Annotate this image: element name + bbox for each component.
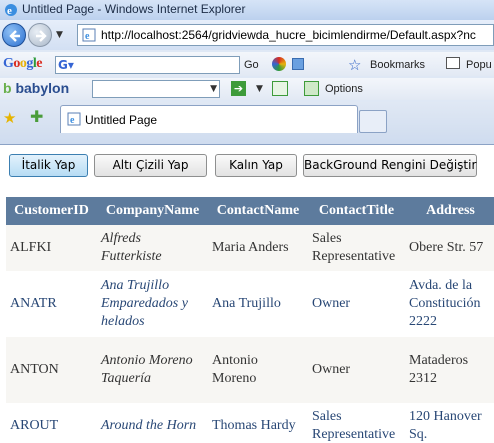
google-g-icon: G▾	[58, 58, 74, 72]
cell-contactname: Thomas Hardy	[208, 403, 308, 443]
popup-blocker-button[interactable]: Popu	[466, 59, 492, 71]
recent-pages-dropdown-icon[interactable]: ▼	[56, 30, 63, 40]
header-customerid: CustomerID	[6, 197, 97, 225]
page-icon: e	[82, 28, 96, 42]
babylon-dropdown-icon[interactable]: ▼	[256, 84, 263, 94]
customers-gridview: CustomerID CompanyName ContactName Conta…	[6, 197, 494, 443]
cell-address: 120 Hanover Sq.	[405, 403, 494, 443]
babylon-go-button[interactable]: ➔	[231, 81, 246, 96]
cell-customerid: ANATR	[6, 271, 97, 337]
add-favorite-icon[interactable]: ✚	[30, 107, 43, 126]
underline-button[interactable]: Altı Çizili Yap	[94, 154, 207, 177]
cell-customerid: ALFKI	[6, 225, 97, 271]
cell-address: Obere Str. 57	[405, 225, 494, 271]
window-title: Untitled Page - Windows Internet Explore…	[22, 2, 246, 16]
grid-header-row: CustomerID CompanyName ContactName Conta…	[6, 197, 494, 225]
header-contactname: ContactName	[208, 197, 308, 225]
cell-companyname: Antonio Moreno Taquería	[97, 337, 208, 403]
cell-companyname: Around the Horn	[97, 403, 208, 443]
back-button[interactable]	[2, 23, 26, 47]
ie-logo-icon: e	[5, 4, 17, 17]
forward-button[interactable]	[28, 23, 52, 47]
table-row: ANTON Antonio Moreno Taquería Antonio Mo…	[6, 337, 494, 403]
cell-contacttitle: Sales Representative	[308, 403, 405, 443]
page-icon: e	[67, 112, 81, 126]
new-tab-button[interactable]	[359, 110, 387, 133]
favorites-star-icon[interactable]: ★	[3, 109, 16, 127]
header-companyname: CompanyName	[97, 197, 208, 225]
tab-label: Untitled Page	[85, 113, 158, 127]
address-bar[interactable]: e http://localhost:2564/gridviewda_hucre…	[77, 24, 494, 46]
babylon-options-button[interactable]: Options	[325, 83, 363, 95]
cell-address: Mataderos 2312	[405, 337, 494, 403]
google-logo: Google	[3, 56, 42, 71]
popup-blocker-icon[interactable]	[446, 57, 460, 69]
header-address: Address	[405, 197, 494, 225]
babylon-search-input[interactable]: ▼	[92, 80, 220, 98]
svg-text:e: e	[7, 5, 12, 17]
forward-arrow-icon	[36, 30, 47, 42]
tab-untitled-page[interactable]: e Untitled Page	[60, 105, 358, 133]
bold-button[interactable]: Kalın Yap	[215, 154, 297, 177]
cell-address: Avda. de la Constitución 2222	[405, 271, 494, 337]
page-content: İtalik Yap Altı Çizili Yap Kalın Yap Bac…	[0, 145, 494, 443]
cell-contacttitle: Sales Representative	[308, 225, 405, 271]
cell-companyname: Alfreds Futterkiste	[97, 225, 208, 271]
cell-companyname: Ana Trujillo Emparedados y helados	[97, 271, 208, 337]
table-row: AROUT Around the Horn Thomas Hardy Sales…	[6, 403, 494, 443]
cell-contacttitle: Owner	[308, 337, 405, 403]
options-gear-icon[interactable]	[304, 81, 319, 96]
address-url: http://localhost:2564/gridviewda_hucre_b…	[101, 28, 476, 42]
babylon-logo: b babylon	[3, 80, 70, 96]
cell-contactname: Ana Trujillo	[208, 271, 308, 337]
table-row: ANATR Ana Trujillo Emparedados y helados…	[6, 271, 494, 337]
google-go-button[interactable]: Go	[244, 59, 259, 71]
svg-text:e: e	[70, 115, 75, 126]
header-contacttitle: ContactTitle	[308, 197, 405, 225]
cell-contactname: Maria Anders	[208, 225, 308, 271]
bookmarks-menu[interactable]: Bookmarks	[370, 59, 425, 71]
babylon-toolbar	[0, 78, 494, 100]
babylon-logo-text: babylon	[15, 80, 70, 96]
cell-customerid: ANTON	[6, 337, 97, 403]
back-arrow-icon	[9, 30, 20, 42]
italic-button[interactable]: İtalik Yap	[9, 154, 88, 177]
table-row: ALFKI Alfreds Futterkiste Maria Anders S…	[6, 225, 494, 271]
chevron-down-icon[interactable]: ▼	[210, 84, 217, 94]
svg-text:e: e	[85, 31, 90, 42]
cell-contacttitle: Owner	[308, 271, 405, 337]
browser-chrome: e Untitled Page - Windows Internet Explo…	[0, 0, 494, 145]
pagerank-icon[interactable]	[272, 57, 286, 71]
title-bar: e Untitled Page - Windows Internet Explo…	[0, 0, 494, 20]
google-options-icon[interactable]	[292, 58, 304, 70]
google-search-input[interactable]: G▾	[55, 56, 240, 74]
cell-customerid: AROUT	[6, 403, 97, 443]
bookmarks-star-icon[interactable]: ☆	[348, 56, 361, 74]
speaker-icon[interactable]	[272, 81, 288, 96]
cell-contactname: Antonio Moreno	[208, 337, 308, 403]
change-background-button[interactable]: BackGround Rengini Değiştir	[303, 154, 477, 177]
